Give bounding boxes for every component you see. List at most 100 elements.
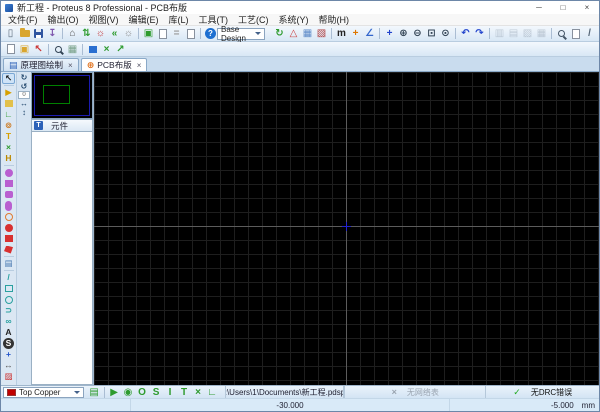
maximize-button[interactable]: □ bbox=[551, 1, 575, 14]
zoom-out-icon[interactable]: ⊖ bbox=[411, 27, 424, 40]
close-button[interactable]: × bbox=[575, 1, 599, 14]
graph-icon[interactable]: ↗ bbox=[114, 43, 127, 56]
design-explorer-icon[interactable] bbox=[4, 43, 17, 56]
pcb-canvas[interactable] bbox=[94, 72, 599, 385]
ratsnest-refresh-icon[interactable]: × bbox=[100, 43, 113, 56]
angle-icon[interactable]: ∠ bbox=[363, 27, 376, 40]
cursor-cross-icon[interactable]: + bbox=[383, 27, 396, 40]
find-icon[interactable] bbox=[52, 43, 65, 56]
import-icon[interactable]: ↧ bbox=[46, 27, 59, 40]
sync-arrows-icon[interactable]: ⇅ bbox=[80, 27, 93, 40]
component-list[interactable] bbox=[31, 132, 93, 385]
tab-schematic-capture[interactable]: ▤ 原理图绘制 × bbox=[3, 58, 79, 71]
circle-tool-icon[interactable] bbox=[2, 294, 15, 305]
highlight-tool-icon[interactable]: H bbox=[2, 153, 15, 164]
zoom-in-icon[interactable]: ⊕ bbox=[397, 27, 410, 40]
design-selector[interactable]: Base Design bbox=[217, 28, 265, 40]
minimize-button[interactable]: ─ bbox=[527, 1, 551, 14]
menu-system[interactable]: 系统(Y) bbox=[274, 13, 314, 26]
rotate-clockwise-button[interactable]: ↻ bbox=[18, 73, 30, 82]
home-icon[interactable]: ⌂ bbox=[66, 27, 79, 40]
menu-file[interactable]: 文件(F) bbox=[3, 13, 43, 26]
zone-tool-icon[interactable]: ▨ bbox=[2, 371, 15, 382]
track-tool-icon[interactable]: ∟ bbox=[2, 109, 15, 120]
smt-square-pad-tool-icon[interactable] bbox=[2, 233, 15, 244]
origin-icon[interactable]: + bbox=[349, 27, 362, 40]
ratsnest-tool-icon[interactable]: × bbox=[2, 142, 15, 153]
layers-stack-icon[interactable]: ▤ bbox=[88, 386, 101, 398]
component-tool-icon[interactable]: ▶ bbox=[2, 87, 15, 98]
dimension-tool-icon[interactable]: ↔ bbox=[2, 360, 15, 371]
smt-polygon-pad-tool-icon[interactable] bbox=[2, 244, 15, 255]
tab-close-icon[interactable]: × bbox=[135, 61, 142, 70]
gear-red-icon[interactable]: ☼ bbox=[94, 27, 107, 40]
double-left-arrow-icon[interactable]: « bbox=[108, 27, 121, 40]
route-t-icon[interactable]: T bbox=[178, 386, 191, 398]
page-arrow-icon[interactable] bbox=[156, 27, 169, 40]
route-i-icon[interactable]: I bbox=[164, 386, 177, 398]
square-pad-tool-icon[interactable] bbox=[2, 178, 15, 189]
sheet-refresh-icon[interactable]: ↻ bbox=[273, 27, 286, 40]
route-loop-icon[interactable]: O bbox=[136, 386, 149, 398]
edge-pad-tool-icon[interactable] bbox=[2, 200, 15, 211]
padstack-tool-icon[interactable]: ▤ bbox=[2, 258, 15, 269]
open-folder-icon[interactable] bbox=[18, 27, 31, 40]
mirror-horizontal-button[interactable]: ↔ bbox=[18, 99, 30, 108]
new-project-icon[interactable]: ▯ bbox=[4, 27, 17, 40]
redo-icon[interactable]: ↷ bbox=[473, 27, 486, 40]
package-tool-icon[interactable] bbox=[2, 98, 15, 109]
layer-swap-icon[interactable] bbox=[86, 43, 99, 56]
route-corner-icon[interactable]: ∟ bbox=[206, 386, 219, 398]
route-star-icon[interactable]: × bbox=[192, 386, 205, 398]
menu-edit[interactable]: 编辑(E) bbox=[124, 13, 164, 26]
layer-selector[interactable]: Top Copper bbox=[3, 387, 84, 398]
red-pointer-icon[interactable]: ↖ bbox=[32, 43, 45, 56]
symbol-tool-icon[interactable]: S bbox=[2, 338, 15, 349]
path-tool-icon[interactable]: ∞ bbox=[2, 316, 15, 327]
arc-tool-icon[interactable]: ⊃ bbox=[2, 305, 15, 316]
route-arrow-icon[interactable]: ▶ bbox=[108, 386, 121, 398]
document-icon[interactable] bbox=[184, 27, 197, 40]
probe-icon[interactable]: / bbox=[583, 27, 596, 40]
open-design-icon[interactable]: ▣ bbox=[142, 27, 155, 40]
rotation-angle-input[interactable] bbox=[18, 91, 30, 99]
round-pad-tool-icon[interactable] bbox=[2, 167, 15, 178]
grid-icon[interactable]: ▦ bbox=[301, 27, 314, 40]
board-overview-panel[interactable] bbox=[31, 72, 93, 119]
menu-view[interactable]: 视图(V) bbox=[84, 13, 124, 26]
smt-ring-pad-tool-icon[interactable] bbox=[2, 211, 15, 222]
zoom-area-icon[interactable]: ⊡ bbox=[425, 27, 438, 40]
undo-icon[interactable]: ↶ bbox=[459, 27, 472, 40]
pin-tool-icon[interactable]: T bbox=[2, 131, 15, 142]
clipboard-icon[interactable] bbox=[569, 27, 582, 40]
selection-tool-icon[interactable]: ↖ bbox=[2, 73, 15, 84]
menu-library[interactable]: 库(L) bbox=[164, 13, 194, 26]
help-icon[interactable]: ? bbox=[204, 27, 217, 40]
new-page-icon[interactable]: ▣ bbox=[18, 43, 31, 56]
line-tool-icon[interactable]: / bbox=[2, 272, 15, 283]
horizontal-bars-icon[interactable]: = bbox=[170, 27, 183, 40]
menu-output[interactable]: 输出(O) bbox=[43, 13, 84, 26]
search-icon[interactable] bbox=[555, 27, 568, 40]
gear-gray-icon[interactable]: ☼ bbox=[122, 27, 135, 40]
marker-tool-icon[interactable]: + bbox=[2, 349, 15, 360]
metric-icon[interactable]: m bbox=[335, 27, 348, 40]
tab-close-icon[interactable]: × bbox=[66, 61, 73, 70]
route-pad-icon[interactable]: ◉ bbox=[122, 386, 135, 398]
dil-pad-tool-icon[interactable] bbox=[2, 189, 15, 200]
smt-circle-pad-tool-icon[interactable] bbox=[2, 222, 15, 233]
mirror-vertical-button[interactable]: ↕ bbox=[18, 108, 30, 117]
via-tool-icon[interactable]: ⊚ bbox=[2, 120, 15, 131]
route-curve-icon[interactable]: S bbox=[150, 386, 163, 398]
save-icon[interactable] bbox=[32, 27, 45, 40]
box-tool-icon[interactable] bbox=[2, 283, 15, 294]
set-square-icon[interactable]: △ bbox=[287, 27, 300, 40]
pick-toggle-button[interactable]: T bbox=[34, 121, 43, 130]
menu-help[interactable]: 帮助(H) bbox=[314, 13, 355, 26]
goto-icon[interactable]: ▦ bbox=[66, 43, 79, 56]
text-tool-icon[interactable]: A bbox=[2, 327, 15, 338]
zoom-all-icon[interactable]: ⊙ bbox=[439, 27, 452, 40]
tab-pcb-layout[interactable]: ⊕ PCB布版 × bbox=[81, 58, 148, 71]
rotate-anticlockwise-button[interactable]: ↺ bbox=[18, 82, 30, 91]
layers-icon[interactable]: ▧ bbox=[315, 27, 328, 40]
